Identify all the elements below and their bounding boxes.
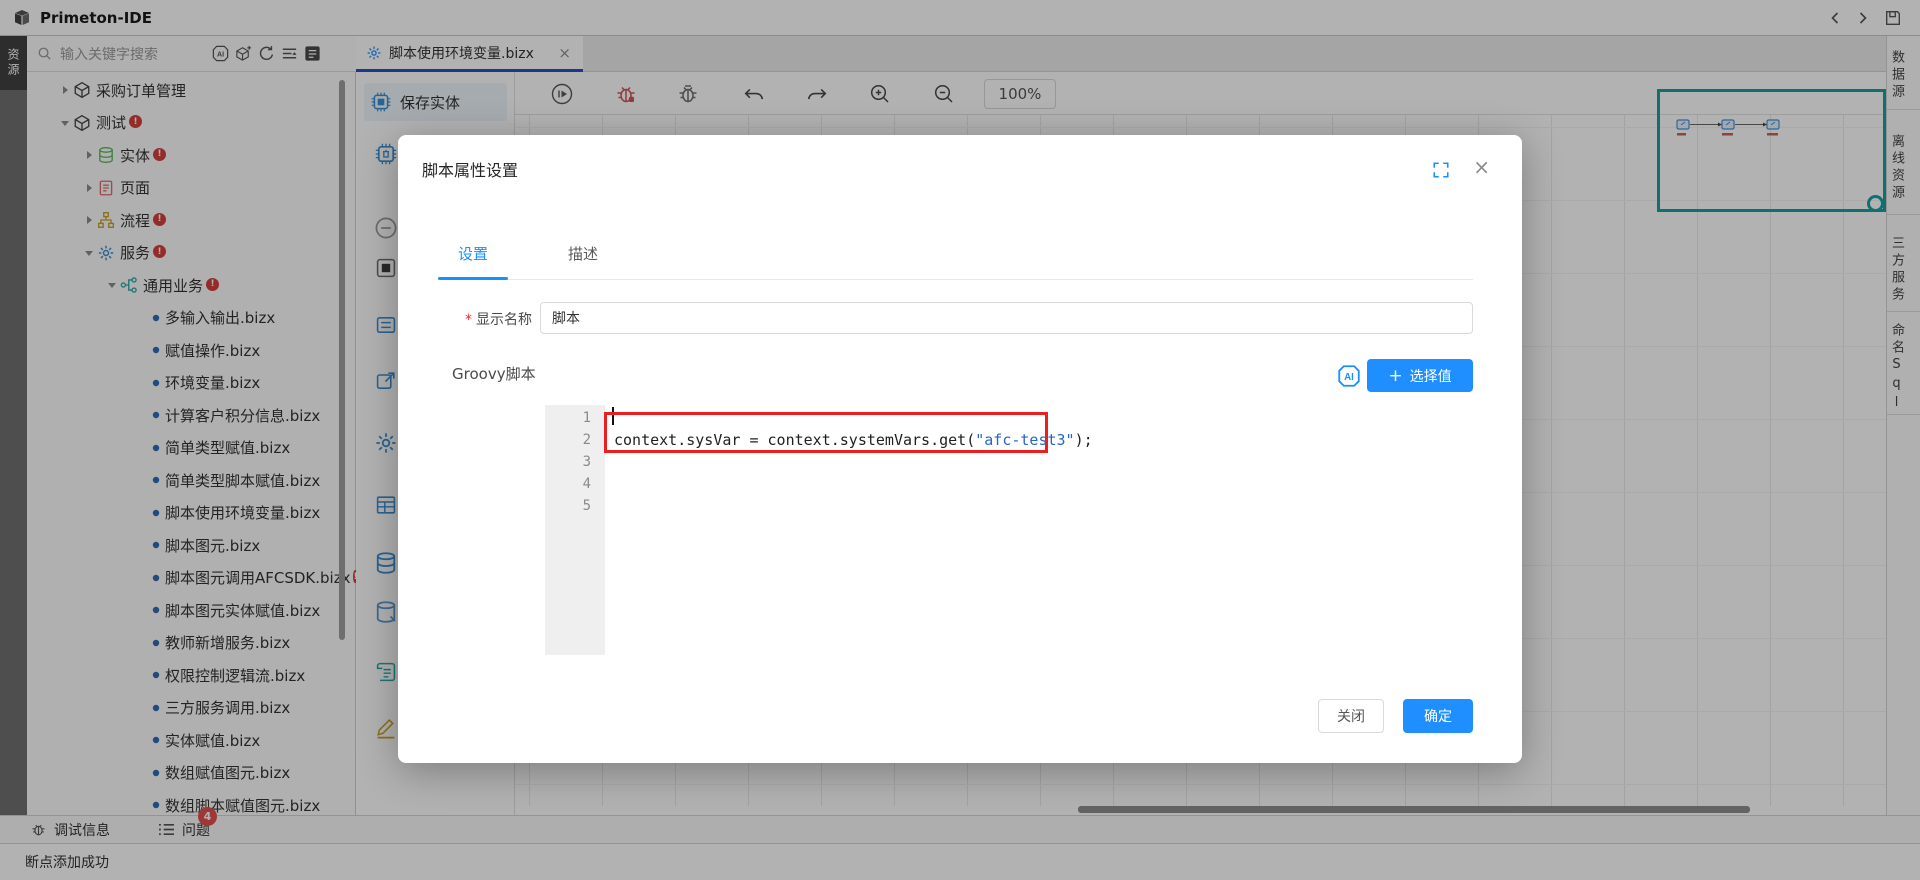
script-properties-modal: 脚本属性设置 × 设置 描述 *显示名称 Groovy脚本 AI + 选择值 1… (398, 135, 1522, 763)
line-number: 4 (545, 473, 591, 495)
tab-description[interactable]: 描述 (548, 243, 618, 264)
line-number: 5 (545, 495, 591, 517)
close-button[interactable]: 关闭 (1318, 699, 1384, 733)
ok-button[interactable]: 确定 (1403, 699, 1473, 733)
display-name-input[interactable] (540, 302, 1473, 334)
modal-title: 脚本属性设置 (422, 157, 518, 181)
groovy-code-editor[interactable]: 12345 context.sysVar = context.systemVar… (545, 405, 1473, 655)
tab-settings[interactable]: 设置 (438, 243, 508, 264)
groovy-script-label: Groovy脚本 (452, 363, 536, 384)
line-number: 1 (545, 407, 591, 429)
required-mark: * (465, 312, 472, 328)
fullscreen-icon[interactable] (1432, 161, 1450, 179)
ai-assist-icon[interactable]: AI (1336, 363, 1362, 389)
line-number: 2 (545, 429, 591, 451)
plus-icon: + (1388, 366, 1402, 386)
line-number-gutter: 12345 (545, 405, 605, 655)
red-highlight-box (604, 412, 1048, 453)
primeton-ide-window: Primeton-IDE 资源 输入关键字搜索 AI 采购订单管理测试!实体!页… (0, 0, 1920, 880)
svg-text:AI: AI (1344, 372, 1354, 383)
select-value-button[interactable]: + 选择值 (1367, 359, 1473, 392)
tab-divider (438, 279, 1473, 280)
line-number: 3 (545, 451, 591, 473)
display-name-label: *显示名称 (398, 309, 532, 329)
close-icon[interactable]: × (1473, 155, 1490, 179)
active-tab-inkbar (438, 277, 508, 280)
